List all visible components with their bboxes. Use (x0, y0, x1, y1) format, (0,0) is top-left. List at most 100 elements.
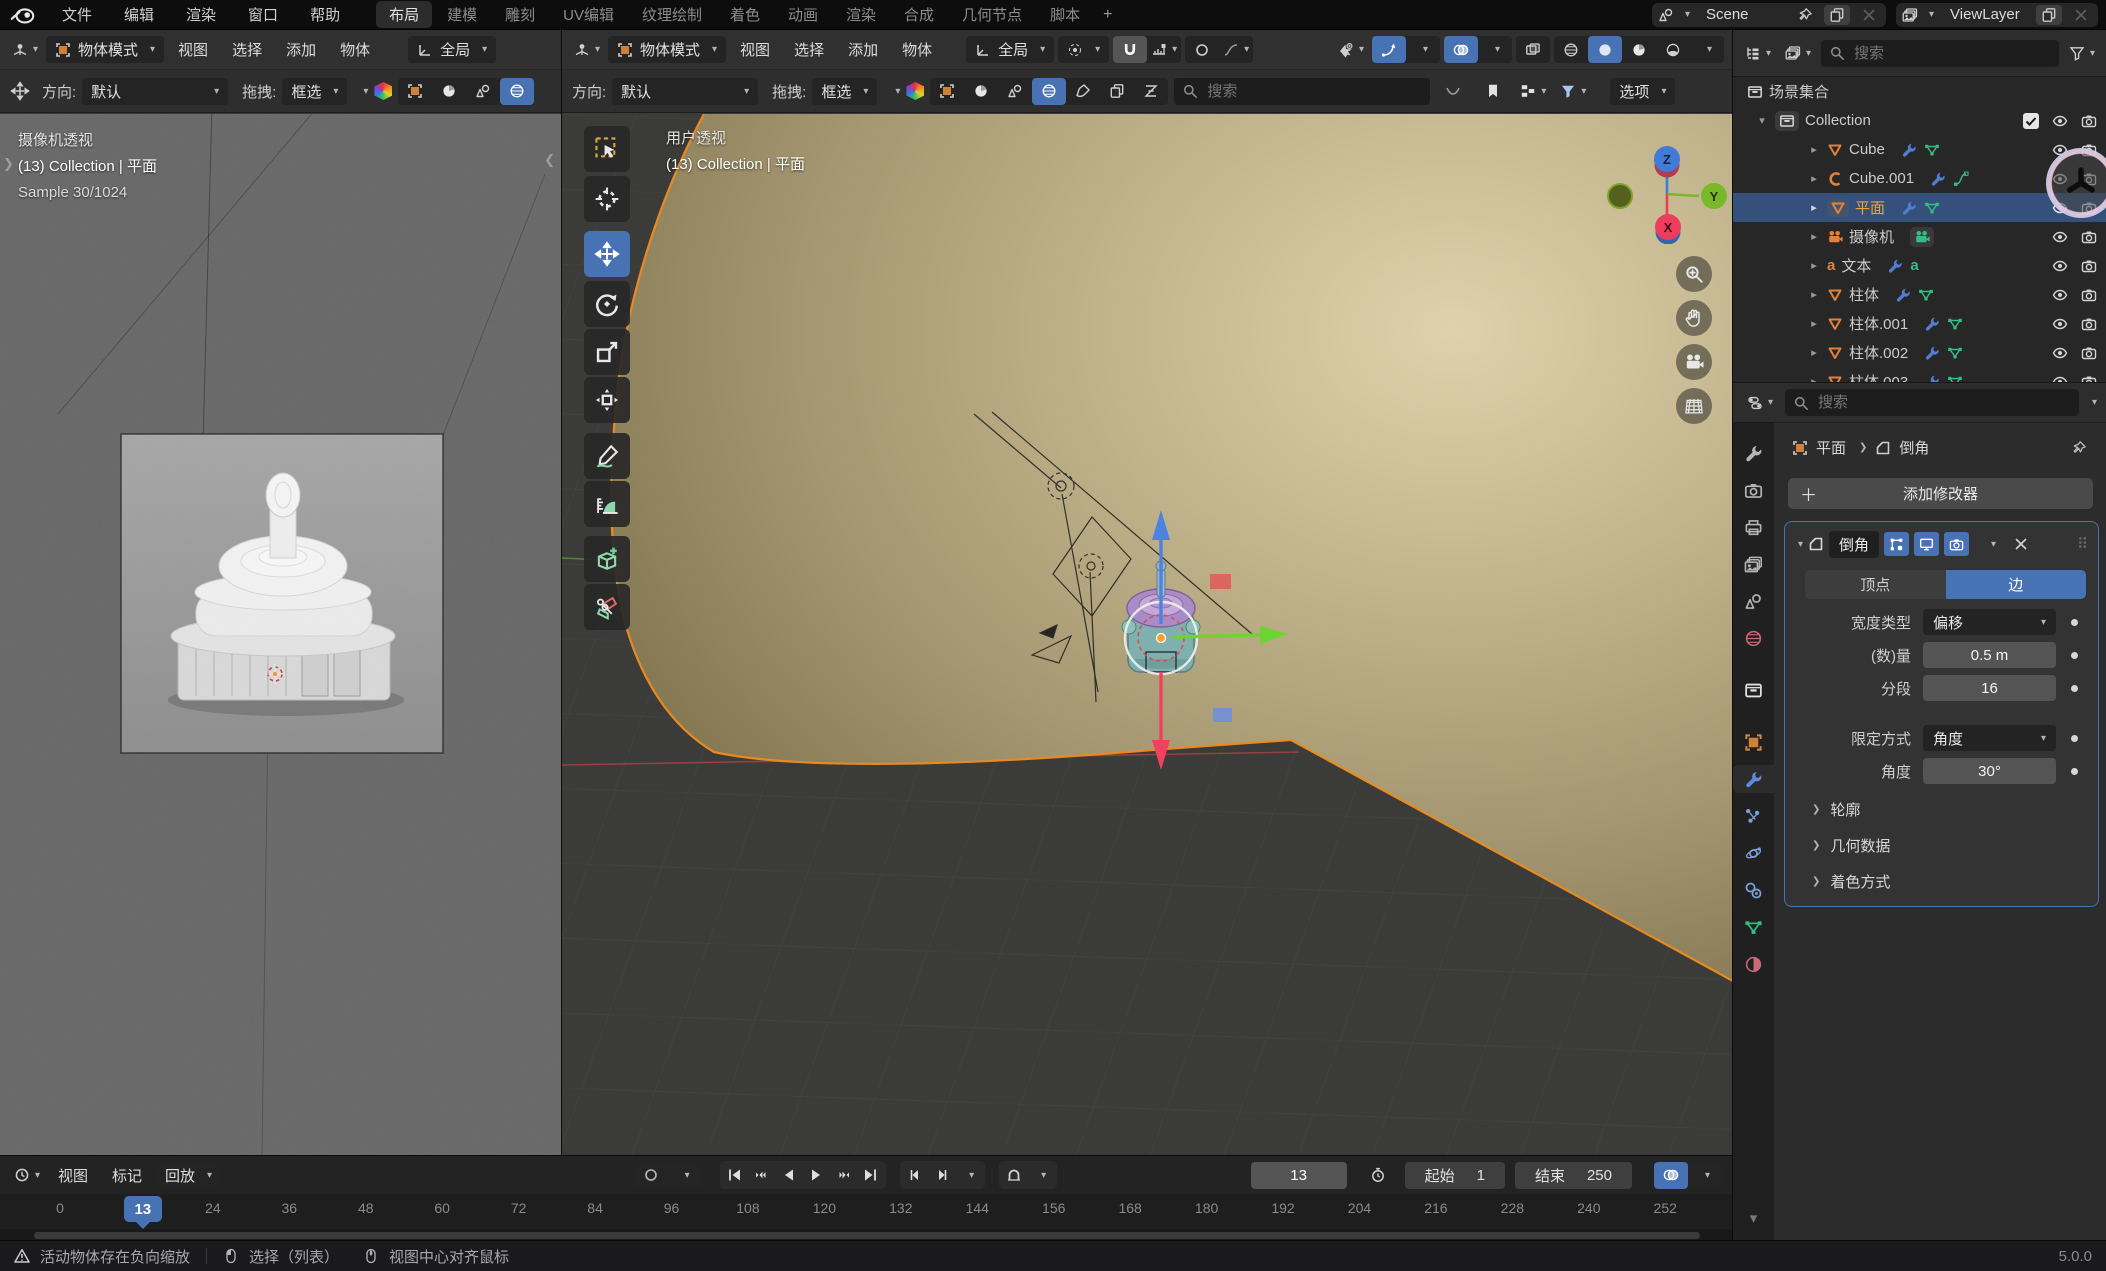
animate-dot[interactable] (2071, 685, 2078, 692)
new-scene-button[interactable] (1824, 5, 1850, 25)
breadcrumb-object[interactable]: 平面 (1816, 437, 1846, 458)
affect-edges-tab[interactable]: 边 (1946, 570, 2087, 599)
filter-button[interactable]: ▾ (1556, 78, 1590, 105)
gizmos-settings-button[interactable]: ▾ (1406, 36, 1440, 63)
measure-tool[interactable] (584, 481, 630, 527)
drag-select[interactable]: 框选▾ (282, 78, 347, 105)
expand-chevron-icon[interactable]: ▸ (1807, 230, 1821, 243)
menu-file[interactable]: 文件 (48, 2, 106, 27)
tab-particles[interactable] (1733, 802, 1774, 830)
outliner-search[interactable] (1821, 40, 2059, 67)
proportional-edit-toggle[interactable] (1185, 36, 1219, 63)
tab-collection[interactable] (1733, 676, 1774, 704)
tab-modeling[interactable]: 建模 (434, 1, 490, 28)
frame-start-field[interactable]: 起始1 (1405, 1162, 1505, 1189)
tabs-overflow-chevron[interactable]: ▾ (1750, 1209, 1758, 1227)
checkbox-icon[interactable] (2023, 113, 2039, 129)
tab-output[interactable] (1733, 513, 1774, 541)
expand-chevron-icon[interactable]: ▸ (1807, 143, 1821, 156)
knife-project-tool[interactable] (584, 584, 630, 630)
tab-render[interactable] (1733, 476, 1774, 504)
frame-step-settings-button[interactable]: ▾ (956, 1163, 983, 1187)
tab-animation[interactable]: 动画 (775, 1, 831, 28)
falloff-hexagon-icon[interactable] (906, 82, 924, 100)
show-in-viewport-toggle[interactable] (1914, 532, 1939, 556)
outliner-row-cylinder[interactable]: ▸ 柱体 (1733, 280, 2106, 309)
add-menu[interactable]: 添加 (838, 39, 888, 60)
outliner-row-cube[interactable]: ▸ Cube (1733, 135, 2106, 164)
editor-type-button[interactable]: ▾ (570, 36, 604, 63)
snap-halfsphere-button[interactable] (432, 78, 466, 105)
shading-settings-button[interactable]: ▾ (1690, 36, 1724, 63)
hide-eye-icon[interactable] (2052, 229, 2068, 245)
navigation-gizmo[interactable]: Z Y X (1577, 119, 1727, 244)
modifier-name-field[interactable]: 倒角 (1829, 531, 1879, 558)
select-menu[interactable]: 选择 (784, 39, 834, 60)
falloff-hexagon-icon[interactable] (374, 82, 392, 100)
outliner-filter-id-button[interactable]: ▾ (1781, 40, 1815, 67)
xray-toggle[interactable] (1516, 36, 1550, 63)
outliner-row-scene-collection[interactable]: 场景集合 (1733, 77, 2106, 106)
angle-field[interactable]: 30° (1923, 758, 2056, 784)
scene-selector[interactable]: ▾ Scene (1652, 3, 1886, 27)
segments-field[interactable]: 16 (1923, 675, 2056, 701)
snap-droplet-button[interactable] (466, 78, 500, 105)
expand-chevron-icon[interactable]: ▸ (1807, 346, 1821, 359)
outliner-filter-button[interactable]: ▾ (2065, 40, 2099, 67)
menu-window[interactable]: 窗口 (234, 2, 292, 27)
play-button[interactable] (803, 1163, 830, 1187)
animate-dot[interactable] (2071, 619, 2078, 626)
section-profile[interactable]: ❯ 轮廓 (1807, 796, 2090, 822)
jump-to-end-button[interactable] (857, 1163, 884, 1187)
chevron-down-icon[interactable]: ▾ (363, 86, 368, 97)
pin-scene-button[interactable] (1792, 5, 1818, 25)
pan-button[interactable] (1676, 300, 1712, 336)
direction-select[interactable]: 默认▾ (612, 78, 758, 105)
viewlayer-name[interactable]: ViewLayer (1940, 6, 2030, 23)
shading-rendered-button[interactable] (1656, 36, 1690, 63)
render-visibility-icon[interactable] (2081, 316, 2097, 332)
properties-editor-type-button[interactable]: ▾ (1743, 389, 1777, 416)
tab-shading[interactable]: 着色 (717, 1, 773, 28)
overlays-toggle[interactable] (1444, 36, 1478, 63)
limit-method-select[interactable]: 角度▾ (1923, 725, 2056, 751)
timeline-scrollbar[interactable] (34, 1232, 1700, 1239)
cursor-tool[interactable] (584, 176, 630, 222)
tab-view-layer[interactable] (1733, 550, 1774, 578)
tab-object-data[interactable] (1733, 913, 1774, 941)
outliner-search-input[interactable] (1852, 44, 2051, 63)
drag-handle-icon[interactable]: ⠿ (2077, 535, 2090, 553)
snap-globe-button[interactable] (500, 78, 534, 105)
menu-help[interactable]: 帮助 (296, 2, 354, 27)
render-visibility-icon[interactable] (2081, 345, 2097, 361)
add-modifier-button[interactable]: ＋ 添加修改器 (1788, 478, 2093, 509)
hide-eye-icon[interactable] (2052, 113, 2068, 129)
sidebar-toggle-icon[interactable]: ❮ (544, 152, 555, 168)
hide-eye-icon[interactable] (2052, 258, 2068, 274)
annotate-tool[interactable] (584, 433, 630, 479)
affect-vertices-tab[interactable]: 顶点 (1805, 570, 1946, 599)
expand-chevron-icon[interactable]: ▸ (1807, 172, 1821, 185)
expand-chevron-icon[interactable]: ▸ (1807, 317, 1821, 330)
keying-set-button[interactable] (634, 1162, 668, 1189)
outliner-row-camera[interactable]: ▸ 摄像机 (1733, 222, 2106, 251)
zoom-button[interactable] (1676, 256, 1712, 292)
keying-settings-button[interactable]: ▾ (668, 1162, 702, 1189)
snap-box-button[interactable] (930, 78, 964, 105)
snap-increment-button[interactable] (398, 78, 432, 105)
snap-settings-button[interactable]: ▾ (1147, 36, 1181, 63)
snap-globe-button[interactable] (1032, 78, 1066, 105)
tab-layout[interactable]: 布局 (376, 1, 432, 28)
show-in-render-toggle[interactable] (1944, 532, 1969, 556)
rotate-tool[interactable] (584, 281, 630, 327)
ortho-toggle-button[interactable] (1676, 388, 1712, 424)
viewport-search[interactable] (1174, 78, 1430, 105)
modifier-extras-button[interactable]: ▾ (1974, 531, 2008, 558)
tab-material[interactable] (1733, 950, 1774, 978)
scene-name[interactable]: Scene (1696, 6, 1786, 23)
outliner-row-cylinder001[interactable]: ▸ 柱体.001 (1733, 309, 2106, 338)
auto-keyframe-button[interactable] (1001, 1163, 1028, 1187)
width-type-select[interactable]: 偏移▾ (1923, 609, 2056, 635)
breadcrumb-modifier[interactable]: 倒角 (1899, 437, 1929, 458)
render-visibility-icon[interactable] (2081, 287, 2097, 303)
